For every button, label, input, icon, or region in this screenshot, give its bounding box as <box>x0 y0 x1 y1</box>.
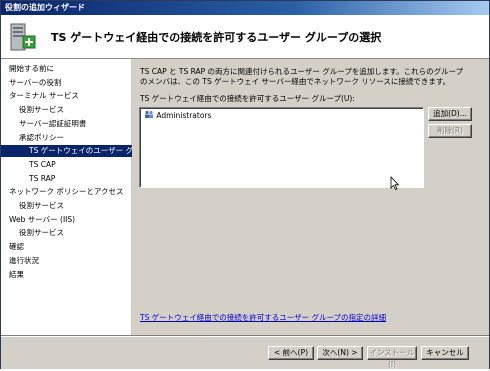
sidebar-item[interactable]: 承認ポリシー <box>19 132 125 144</box>
sidebar-item[interactable]: 確認 <box>9 241 125 253</box>
server-role-icon <box>10 23 36 51</box>
main-panel: TS CAP と TS RAP の両方に関連付けられるユーザー グループを追加し… <box>132 59 488 335</box>
user-group-icon <box>145 110 153 118</box>
footer-divider <box>1 336 489 337</box>
wizard-footer: < 前へ(P) 次へ(N) > インストール(I) キャンセル <box>1 335 489 369</box>
sidebar-item[interactable]: 役割サービス <box>19 200 125 212</box>
back-button[interactable]: < 前へ(P) <box>268 346 314 360</box>
sidebar-item[interactable]: ネットワーク ポリシーとアクセス サービ... <box>9 186 125 198</box>
help-link[interactable]: TS ゲートウェイ経由での接続を許可するユーザー グループの指定の詳細 <box>140 312 386 323</box>
page-description: TS CAP と TS RAP の両方に関連付けられるユーザー グループを追加し… <box>140 67 464 86</box>
sidebar-item[interactable]: 役割サービス <box>19 104 125 116</box>
window-title: 役割の追加ウィザード <box>5 3 85 12</box>
sidebar-item[interactable]: ターミナル サービス <box>9 90 125 102</box>
user-group-list[interactable]: Administrators <box>139 107 424 188</box>
sidebar-item[interactable]: 結果 <box>9 269 125 281</box>
cancel-button[interactable]: キャンセル <box>421 346 469 360</box>
sidebar-item[interactable]: TS RAP <box>29 173 125 185</box>
sidebar-item[interactable]: 役割サービス <box>19 227 125 239</box>
sidebar-item[interactable]: Web サーバー (IIS) <box>9 214 125 226</box>
wizard-nav: 開始する前に サーバーの役割 ターミナル サービス役割サービス サーバー認証証明書 承認… <box>1 59 157 335</box>
page-title: TS ゲートウェイ経由での接続を許可するユーザー グループの選択 <box>51 31 382 44</box>
install-button[interactable]: インストール(I) <box>367 346 417 369</box>
wizard-header: TS ゲートウェイ経由での接続を許可するユーザー グループの選択 <box>1 15 489 59</box>
sidebar-item[interactable]: TS CAP <box>29 159 125 171</box>
mouse-cursor-icon <box>390 176 400 190</box>
sidebar-item[interactable]: サーバー認証証明書 <box>19 118 125 130</box>
sidebar-item[interactable]: 進行状況 <box>9 255 125 267</box>
group-list-label: TS ゲートウェイ経由での接続を許可するユーザー グループ(U): <box>140 94 355 103</box>
remove-button[interactable]: 削除(R) <box>428 124 472 138</box>
sidebar-item[interactable]: サーバーの役割 <box>9 77 125 89</box>
group-name: Administrators <box>156 111 212 120</box>
list-item[interactable]: Administrators <box>144 110 211 121</box>
wizard-window: 役割の追加ウィザード TS ゲートウェイ経由での接続を許可するユーザー グループ… <box>0 0 490 369</box>
title-bar[interactable]: 役割の追加ウィザード <box>1 1 489 15</box>
sidebar-item[interactable]: 開始する前に <box>9 63 125 75</box>
add-button[interactable]: 追加(D)... <box>428 107 472 121</box>
next-button[interactable]: 次へ(N) > <box>317 346 363 360</box>
